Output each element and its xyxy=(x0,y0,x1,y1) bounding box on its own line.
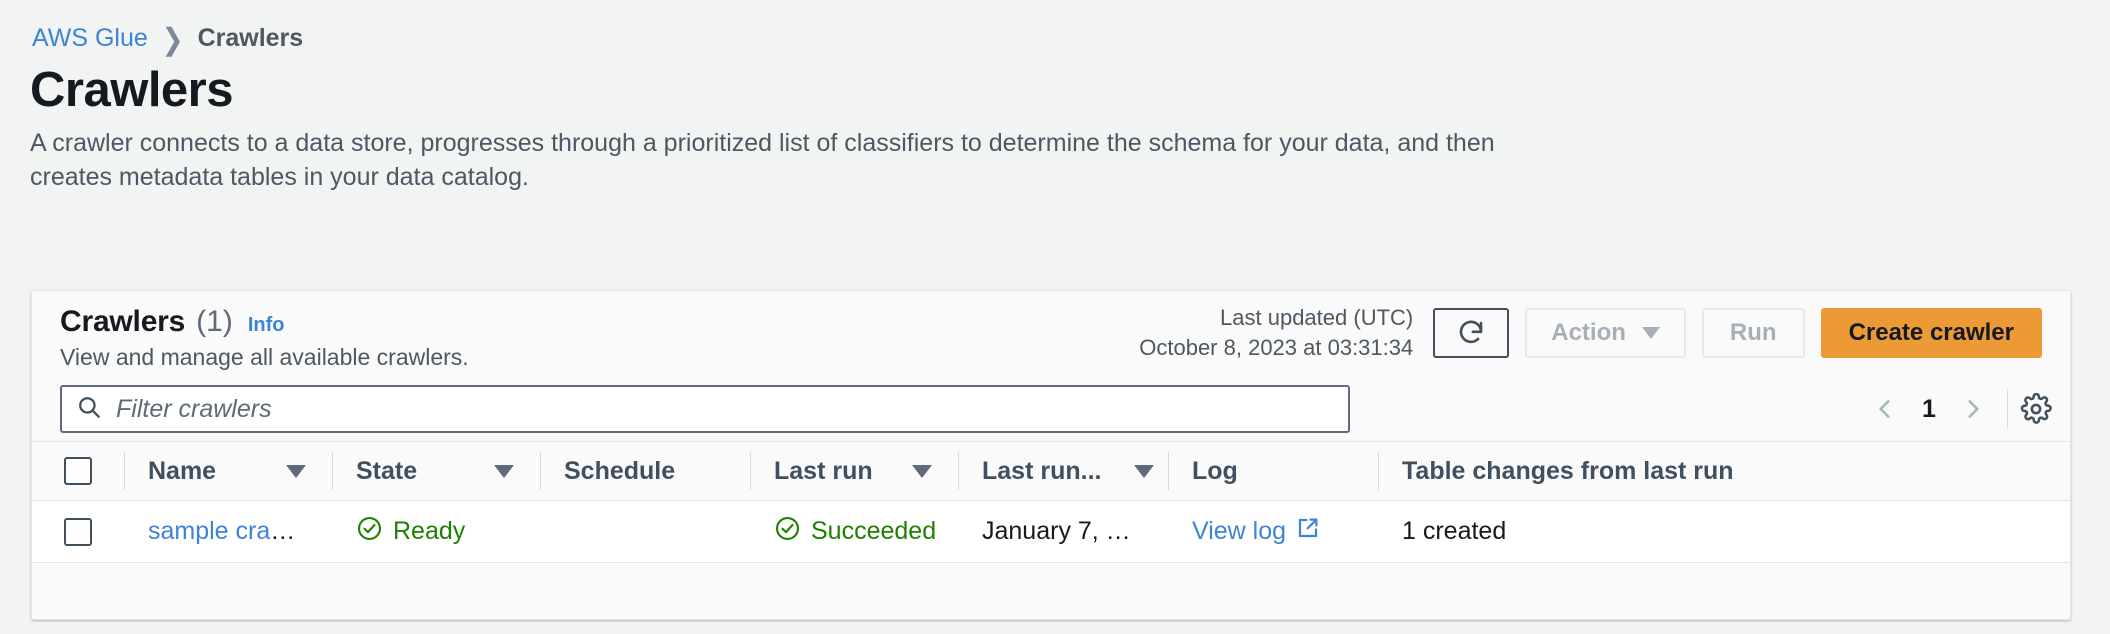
page-root: AWS Glue ❯ Crawlers Crawlers A crawler c… xyxy=(0,0,2110,634)
page-title: Crawlers xyxy=(30,63,234,117)
column-label-last-run: Last run xyxy=(774,456,873,485)
checkbox-unchecked-icon[interactable] xyxy=(64,517,92,546)
card-subtitle: View and manage all available crawlers. xyxy=(60,344,469,370)
breadcrumb-link-aws-glue[interactable]: AWS Glue xyxy=(32,24,148,53)
sort-icon-last-run-time[interactable] xyxy=(1134,464,1154,478)
cell-last-run: Succeeded xyxy=(750,500,958,563)
status-badge-last-run: Succeeded xyxy=(774,515,936,549)
chevron-right-icon: ❯ xyxy=(161,21,184,56)
cell-name: sample cra… xyxy=(124,500,332,563)
pagination-next-button[interactable] xyxy=(1956,392,1990,426)
column-label-name: Name xyxy=(148,456,217,485)
card-count: (1) xyxy=(196,305,233,338)
pagination-prev-button[interactable] xyxy=(1868,392,1902,426)
run-label: Run xyxy=(1729,319,1777,346)
column-header-last-run-time[interactable]: Last run... xyxy=(958,441,1168,501)
filter-row: 1 xyxy=(32,377,2070,441)
sort-icon-state[interactable] xyxy=(494,464,514,478)
pagination: 1 xyxy=(1868,392,1990,426)
filter-crawlers-search[interactable] xyxy=(60,385,1350,433)
card-header: Crawlers (1) Info View and manage all av… xyxy=(32,291,2070,377)
card-title-row: Crawlers (1) Info xyxy=(60,305,469,339)
last-updated-block: Last updated (UTC) October 8, 2023 at 03… xyxy=(1139,303,1417,363)
column-header-last-run[interactable]: Last run xyxy=(750,441,958,501)
column-label-state: State xyxy=(356,456,418,485)
crawlers-card: Crawlers (1) Info View and manage all av… xyxy=(31,290,2071,620)
status-success-icon xyxy=(774,515,801,549)
sort-icon-last-run[interactable] xyxy=(912,464,932,478)
column-label-table-changes: Table changes from last run xyxy=(1402,456,1734,485)
create-crawler-button[interactable]: Create crawler xyxy=(1820,308,2042,358)
card-title: Crawlers xyxy=(60,305,186,338)
column-label-schedule: Schedule xyxy=(564,456,676,485)
create-crawler-label: Create crawler xyxy=(1848,319,2014,346)
column-header-log[interactable]: Log xyxy=(1168,441,1378,501)
cell-last-run-time: January 7, … xyxy=(958,500,1168,563)
row-select-cell xyxy=(32,500,124,563)
state-label: Ready xyxy=(393,517,466,545)
last-updated-label: Last updated (UTC) xyxy=(1220,305,1414,330)
card-header-actions: Last updated (UTC) October 8, 2023 at 03… xyxy=(1139,303,2042,363)
select-all-header xyxy=(32,441,124,501)
search-input[interactable] xyxy=(114,387,1334,431)
cell-schedule xyxy=(540,500,750,563)
cell-table-changes: 1 created xyxy=(1378,500,2070,563)
status-success-icon xyxy=(356,515,383,549)
pagination-divider xyxy=(2007,389,2008,429)
caret-down-icon xyxy=(1641,327,1660,339)
column-header-name[interactable]: Name xyxy=(124,441,332,501)
cell-log: View log xyxy=(1168,500,1378,563)
action-label: Action xyxy=(1551,319,1626,346)
card-header-left: Crawlers (1) Info View and manage all av… xyxy=(60,305,469,371)
crawler-name-ellipsis: … xyxy=(270,517,296,545)
column-header-state[interactable]: State xyxy=(332,441,540,501)
breadcrumb: AWS Glue ❯ Crawlers xyxy=(32,21,304,56)
search-icon xyxy=(76,394,102,425)
crawler-name-link[interactable]: sample cra xyxy=(148,517,270,545)
last-updated-value: October 8, 2023 at 03:31:34 xyxy=(1139,335,1414,360)
view-log-label: View log xyxy=(1192,517,1287,545)
column-header-table-changes[interactable]: Table changes from last run xyxy=(1378,441,2070,501)
cell-state: Ready xyxy=(332,500,540,563)
last-run-label: Succeeded xyxy=(811,517,937,545)
gear-icon[interactable] xyxy=(2020,393,2052,425)
column-header-schedule[interactable]: Schedule xyxy=(540,441,750,501)
pagination-page-1[interactable]: 1 xyxy=(1920,395,1938,424)
refresh-icon xyxy=(1456,318,1486,348)
refresh-button[interactable] xyxy=(1433,308,1510,358)
info-link[interactable]: Info xyxy=(248,314,285,337)
action-dropdown-button[interactable]: Action xyxy=(1525,308,1686,358)
view-log-link[interactable]: View log xyxy=(1192,516,1320,547)
table-row[interactable]: sample cra… Ready Succeeded January 7, …… xyxy=(32,500,2070,563)
external-link-icon xyxy=(1296,516,1320,547)
column-label-last-run-time: Last run... xyxy=(982,456,1102,485)
checkbox-unchecked-icon[interactable] xyxy=(64,457,92,485)
column-label-log: Log xyxy=(1192,456,1238,485)
sort-icon-name[interactable] xyxy=(286,464,306,478)
page-description: A crawler connects to a data store, prog… xyxy=(30,129,1495,191)
table-header-row: Name State Schedule Last run Last run...… xyxy=(32,441,2070,501)
status-badge-state: Ready xyxy=(356,515,465,549)
run-button[interactable]: Run xyxy=(1701,308,1805,358)
crawlers-table: Name State Schedule Last run Last run...… xyxy=(32,441,2070,563)
breadcrumb-current-crawlers: Crawlers xyxy=(197,24,304,52)
